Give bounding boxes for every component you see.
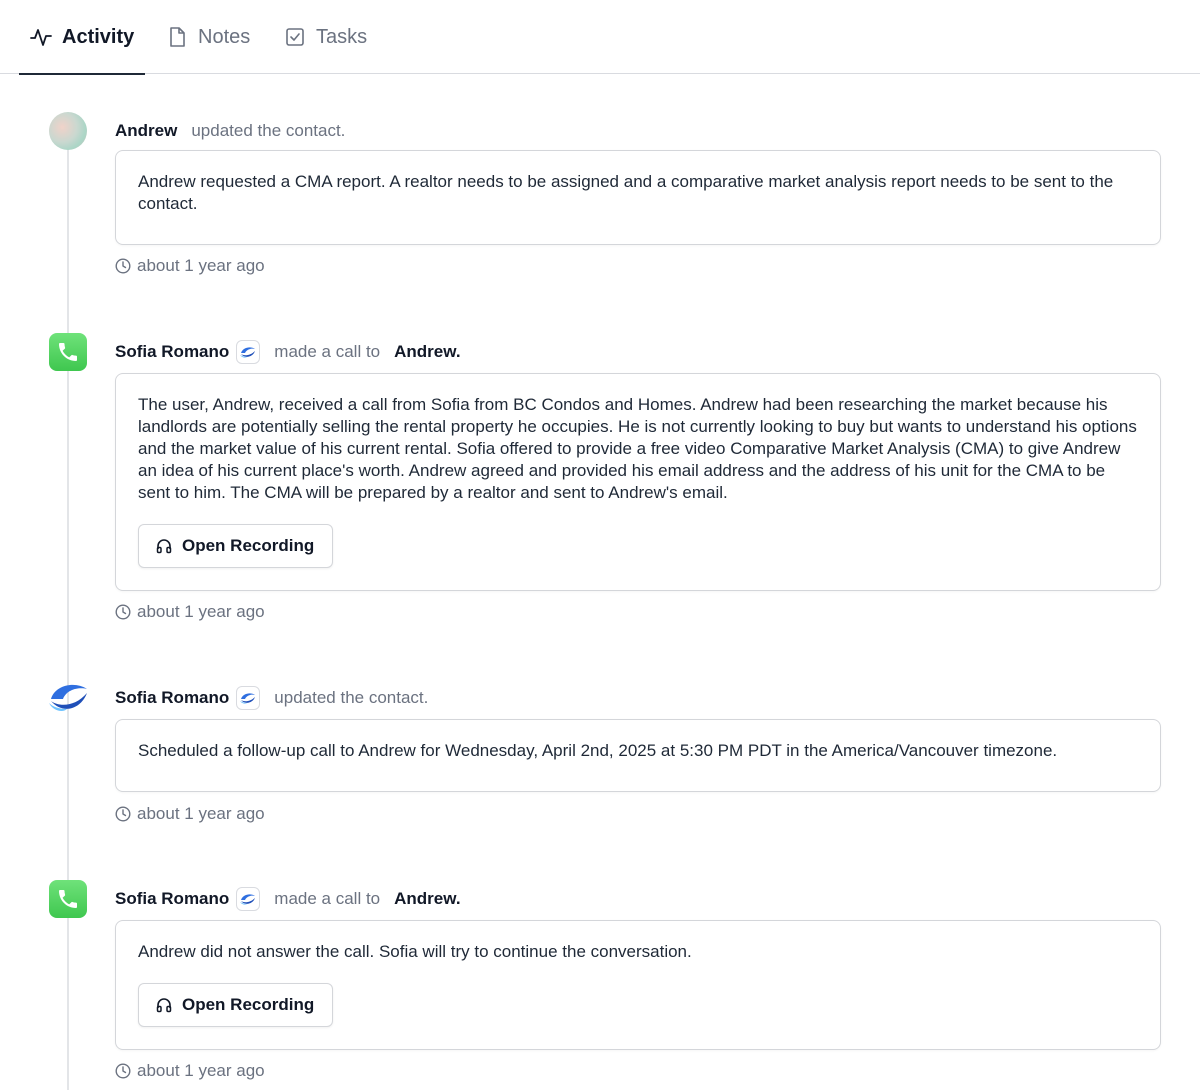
- headphones-icon: [155, 996, 173, 1014]
- entry-header: Andrew updated the contact.: [115, 118, 345, 144]
- entry-header: Sofia Romano made a call to Andrew.: [115, 339, 461, 365]
- tab-label: Tasks: [316, 25, 368, 48]
- clock-icon: [115, 258, 131, 274]
- action-text: updated the contact.: [274, 688, 429, 707]
- entry-body: Scheduled a follow-up call to Andrew for…: [138, 741, 1058, 760]
- open-recording-button[interactable]: Open Recording: [138, 983, 334, 1027]
- tab-activity[interactable]: Activity: [18, 0, 146, 75]
- target-name[interactable]: Andrew.: [394, 342, 460, 362]
- company-logo-icon: [236, 887, 261, 911]
- timestamp-text: about 1 year ago: [137, 602, 265, 621]
- phone-icon: [49, 880, 87, 918]
- entry-card: Andrew requested a CMA report. A realtor…: [115, 150, 1161, 245]
- entry-body: The user, Andrew, received a call from S…: [138, 395, 1137, 502]
- headphones-icon: [155, 537, 173, 555]
- actor-name[interactable]: Sofia Romano: [115, 889, 229, 909]
- tab-label: Activity: [62, 25, 135, 48]
- entry-timestamp: about 1 year ago: [115, 255, 265, 277]
- timestamp-text: about 1 year ago: [137, 804, 265, 823]
- actor-name[interactable]: Andrew: [115, 121, 177, 141]
- target-name[interactable]: Andrew.: [394, 889, 460, 909]
- tab-bar: Activity Notes Tasks: [0, 0, 1200, 75]
- task-checkbox-icon: [284, 26, 306, 48]
- entry-header: Sofia Romano updated the contact.: [115, 685, 428, 711]
- clock-icon: [115, 806, 131, 822]
- action-text: updated the contact.: [191, 121, 346, 140]
- company-logo-icon: [236, 340, 261, 364]
- action-text: made a call to: [274, 342, 381, 361]
- actor-name[interactable]: Sofia Romano: [115, 342, 229, 362]
- entry-body: Andrew did not answer the call. Sofia wi…: [138, 942, 692, 961]
- entry-timestamp: about 1 year ago: [115, 803, 265, 825]
- entry-card: The user, Andrew, received a call from S…: [115, 373, 1161, 591]
- entry-card: Scheduled a follow-up call to Andrew for…: [115, 719, 1161, 792]
- button-label: Open Recording: [182, 995, 315, 1014]
- entry-timestamp: about 1 year ago: [115, 601, 265, 623]
- tab-tasks[interactable]: Tasks: [284, 0, 367, 74]
- entry-header: Sofia Romano made a call to Andrew.: [115, 886, 461, 912]
- timeline-line: [67, 130, 69, 1090]
- tab-label: Notes: [198, 25, 251, 48]
- action-text: made a call to: [274, 889, 381, 908]
- tab-notes[interactable]: Notes: [166, 0, 250, 74]
- button-label: Open Recording: [182, 536, 315, 555]
- blurred-user-avatar: [49, 112, 87, 150]
- company-logo-icon: [49, 679, 87, 717]
- company-logo-icon: [236, 686, 261, 710]
- activity-icon: [30, 26, 52, 48]
- entry-timestamp: about 1 year ago: [115, 1060, 265, 1082]
- actor-name[interactable]: Sofia Romano: [115, 688, 229, 708]
- entry-card: Andrew did not answer the call. Sofia wi…: [115, 920, 1161, 1050]
- timestamp-text: about 1 year ago: [137, 256, 265, 275]
- note-icon: [166, 26, 188, 48]
- phone-icon: [49, 333, 87, 371]
- timestamp-text: about 1 year ago: [137, 1061, 265, 1080]
- entry-body: Andrew requested a CMA report. A realtor…: [138, 172, 1114, 213]
- clock-icon: [115, 604, 131, 620]
- open-recording-button[interactable]: Open Recording: [138, 524, 334, 568]
